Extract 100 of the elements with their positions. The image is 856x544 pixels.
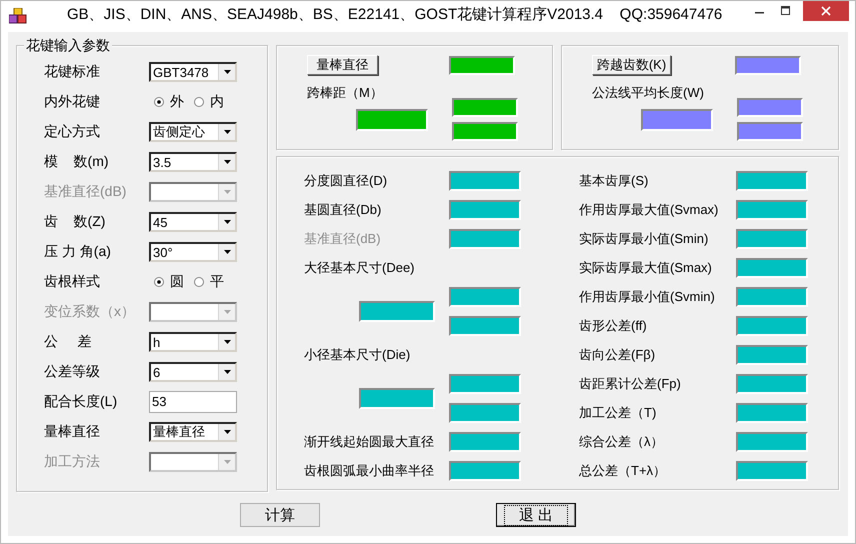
output-field[interactable] [359, 300, 435, 322]
output-field[interactable] [737, 98, 803, 117]
output-field[interactable] [736, 316, 808, 336]
field-label: 总公差（T+λ） [578, 462, 668, 480]
field-label: 公法线平均长度(W) [592, 84, 705, 102]
output-field[interactable] [641, 109, 713, 131]
dropdown[interactable]: 45 [149, 212, 237, 232]
output-field[interactable] [449, 316, 521, 336]
field-label: 模 数(m) [44, 153, 110, 171]
caret-icon [224, 370, 230, 374]
field-label: 综合公差（λ） [578, 432, 664, 450]
caret-icon [224, 310, 230, 314]
field-label: 作用齿厚最大值(Svmax) [578, 200, 720, 218]
field-label: 分度圆直径(D) [303, 172, 388, 190]
field-label: 配合长度(L) [44, 393, 118, 411]
field-label: 压 力 角(a) [44, 243, 112, 261]
dropdown[interactable] [149, 452, 237, 472]
radio-option[interactable]: 内 [194, 93, 224, 111]
field-label: 作用齿厚最小值(Svmin) [578, 288, 716, 306]
field-label: 加工方法 [44, 453, 101, 471]
field-label: 基本齿厚(S) [578, 172, 650, 190]
caret-icon [224, 340, 230, 344]
caret-icon [224, 190, 230, 194]
dropdown[interactable]: GBT3478 [149, 62, 237, 82]
caret-icon [224, 460, 230, 464]
output-field[interactable] [736, 460, 808, 480]
output-field[interactable] [736, 170, 808, 190]
output-field[interactable] [449, 460, 521, 480]
field-label: 花键标准 [44, 63, 101, 81]
dropdown[interactable]: 3.5 [149, 152, 237, 172]
field-label: 齿 数(Z) [44, 213, 106, 231]
output-field[interactable] [449, 432, 521, 452]
output-field[interactable] [452, 98, 518, 117]
field-label: 大径基本尺寸(Dee) [303, 258, 415, 276]
caret-icon [224, 220, 230, 224]
output-field[interactable] [736, 200, 808, 220]
caret-icon [224, 430, 230, 434]
cubes-icon [9, 8, 27, 24]
output-field[interactable] [736, 228, 808, 248]
field-label: 基圆直径(Db) [303, 200, 382, 218]
caret-icon [224, 250, 230, 254]
output-field[interactable] [449, 374, 521, 394]
output-field[interactable] [735, 56, 801, 74]
field-label: 实际齿厚最大值(Smax) [578, 258, 713, 276]
field-label: 公差等级 [44, 363, 101, 381]
output-field[interactable] [736, 432, 808, 452]
field-label: 变位系数（x） [44, 303, 136, 321]
field-label: 公 差 [44, 333, 92, 351]
input-field[interactable]: 53 [149, 391, 237, 413]
dropdown[interactable]: 6 [149, 362, 237, 382]
dropdown[interactable]: 30° [149, 242, 237, 262]
field-label: 齿距累计公差(Fp) [578, 374, 682, 392]
maximize-icon [781, 6, 791, 16]
output-field[interactable] [449, 402, 521, 422]
field-label: 齿形公差(ff) [578, 316, 648, 334]
output-field[interactable] [449, 200, 521, 220]
field-label: 齿根样式 [44, 273, 101, 291]
dropdown[interactable]: h [149, 332, 237, 352]
output-field[interactable] [449, 286, 521, 306]
field-label: 量棒直径 [44, 423, 101, 441]
calc-button[interactable]: 量棒直径 [307, 55, 378, 75]
group-title: 花键输入参数 [24, 36, 112, 54]
radio-option[interactable]: 平 [194, 273, 224, 291]
field-label: 齿根圆弧最小曲率半径 [303, 462, 435, 480]
dropdown[interactable]: 量棒直径 [149, 422, 237, 442]
field-label: 跨棒距（M） [307, 84, 384, 102]
field-label: 小径基本尺寸(Die) [303, 346, 410, 364]
output-field[interactable] [359, 388, 435, 408]
field-label: 基准直径(dB) [303, 230, 382, 248]
field-label: 定心方式 [44, 123, 101, 141]
field-label: 渐开线起始圆最大直径 [303, 432, 435, 450]
close-button[interactable] [803, 1, 849, 21]
output-field[interactable] [449, 228, 521, 248]
caret-icon [224, 130, 230, 134]
dropdown[interactable]: 齿侧定心 [149, 122, 237, 142]
radio-option[interactable]: 外 [154, 93, 184, 111]
output-field[interactable] [736, 402, 808, 422]
calc-button[interactable]: 跨越齿数(K) [592, 55, 671, 75]
action-button[interactable]: 计算 [240, 503, 320, 527]
output-field[interactable] [736, 344, 808, 364]
radio-option[interactable]: 圆 [154, 273, 184, 291]
output-field[interactable] [452, 122, 518, 141]
output-field[interactable] [356, 109, 428, 131]
output-field[interactable] [449, 56, 515, 74]
dropdown[interactable] [149, 182, 237, 202]
output-field[interactable] [736, 286, 808, 306]
output-field[interactable] [736, 374, 808, 394]
window-title: GB、JIS、DIN、ANS、SEAJ498b、BS、E22141、GOST花键计算程序V2013.4 QQ:359647476 [67, 5, 722, 24]
dropdown[interactable] [149, 302, 237, 322]
action-button[interactable]: 退 出 [496, 503, 576, 527]
output-field[interactable] [737, 122, 803, 141]
field-label: 实际齿厚最小值(Smin) [578, 230, 710, 248]
output-field[interactable] [736, 258, 808, 278]
close-icon [821, 6, 831, 16]
field-label: 齿向公差(Fβ) [578, 346, 656, 364]
field-label: 加工公差（T) [578, 404, 658, 422]
caret-icon [224, 70, 230, 74]
output-field[interactable] [449, 170, 521, 190]
field-label: 内外花键 [44, 93, 101, 111]
field-label: 基准直径(dB) [44, 183, 128, 201]
